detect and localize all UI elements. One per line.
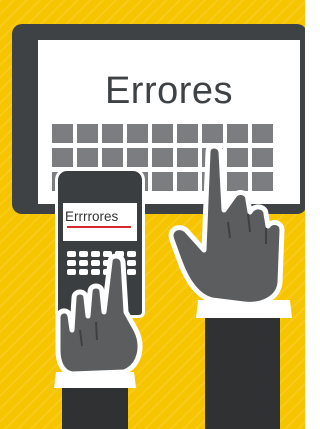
pointing-hand-left-icon: [54, 253, 143, 429]
left-sleeve: [62, 382, 128, 429]
illustration: Errores Errrrores: [0, 0, 305, 429]
left-hand: [55, 253, 143, 377]
